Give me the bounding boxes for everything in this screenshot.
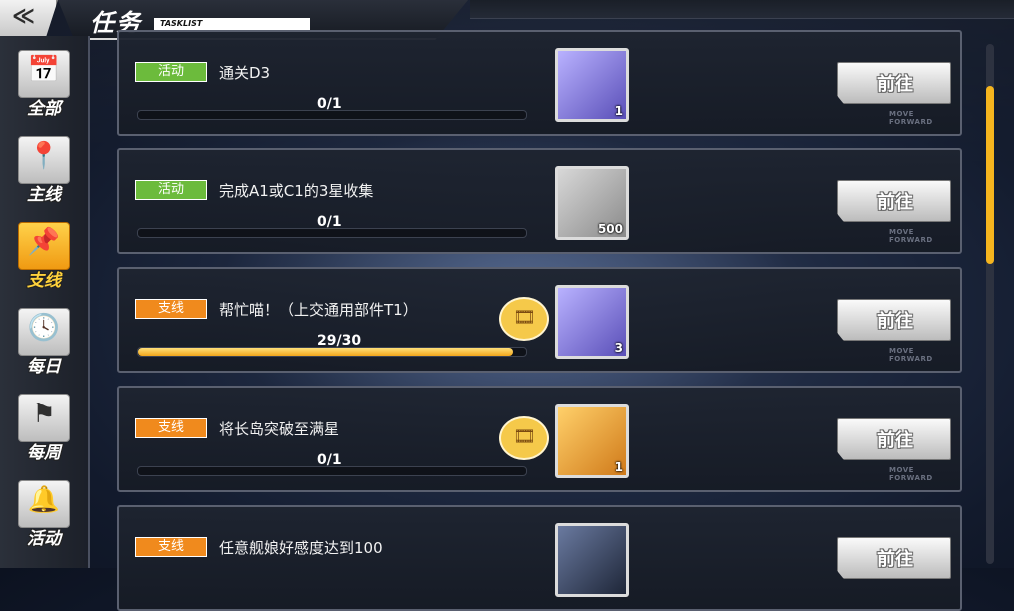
page-subtitle: TASKLIST <box>154 18 310 30</box>
task-category-tag: 支线 <box>135 537 207 557</box>
go-button-label: 前往 <box>877 311 913 332</box>
task-description: 通关D3 <box>219 64 271 82</box>
task-progress-text: 0/1 <box>317 96 342 112</box>
reward-item[interactable]: 3 <box>555 285 629 359</box>
video-reward-bubble[interactable]: 🎞 <box>499 297 549 341</box>
back-arrow-icon: ≪ <box>12 4 36 29</box>
reward-quantity: 1 <box>614 460 623 474</box>
reward-item[interactable]: 1 <box>555 48 629 122</box>
go-button[interactable]: 前往 <box>837 299 951 341</box>
task-description: 帮忙喵！（上交通用部件T1） <box>219 301 418 319</box>
reward-item[interactable]: 500 <box>555 166 629 240</box>
task-progress-text: 29/30 <box>317 333 362 349</box>
go-button-subtitle: MOVE FORWARD <box>889 228 933 244</box>
sidebar-item-5[interactable]: 🔔 活动 <box>14 480 72 554</box>
sidebar-item-3[interactable]: 🕓 每日 <box>14 308 72 382</box>
task-description: 任意舰娘好感度达到100 <box>219 539 383 557</box>
header-right-plate <box>470 0 1014 19</box>
task-card: 活动 完成A1或C1的3星收集 0/1 500 前往 MOVE FORWARD <box>117 148 962 254</box>
bell-icon: 🔔 <box>27 485 61 515</box>
go-button[interactable]: 前往 <box>837 537 951 579</box>
film-icon: 🎞 <box>513 307 536 328</box>
task-description: 完成A1或C1的3星收集 <box>219 182 374 200</box>
task-category-tag: 活动 <box>135 180 207 200</box>
sidebar-item-label: 活动 <box>27 529 61 549</box>
task-progress-text: 0/1 <box>317 452 342 468</box>
sidebar-item-label: 支线 <box>27 271 61 291</box>
reward-item[interactable] <box>555 523 629 597</box>
sidebar-item-label: 全部 <box>27 99 61 119</box>
go-button[interactable]: 前往 <box>837 418 951 460</box>
go-button[interactable]: 前往 <box>837 180 951 222</box>
sidebar-item-2[interactable]: 📌 支线 <box>14 222 72 296</box>
reward-item[interactable]: 1 <box>555 404 629 478</box>
sidebar-item-4[interactable]: ⚑ 每周 <box>14 394 72 468</box>
task-card: 支线 任意舰娘好感度达到100 前往 <box>117 505 962 611</box>
go-button[interactable]: 前往 <box>837 62 951 104</box>
sidebar-icon-box: 📌 <box>18 222 70 270</box>
task-card: 支线 帮忙喵！（上交通用部件T1） 29/30 🎞 3 前往 MOVE FORWARD <box>117 267 962 373</box>
sidebar-item-0[interactable]: 📅 全部 <box>14 50 72 124</box>
go-button-label: 前往 <box>877 74 913 95</box>
scrollbar-thumb[interactable] <box>986 86 994 264</box>
task-progress-fill <box>138 348 514 356</box>
map-pin-icon: 📍 <box>27 141 61 171</box>
go-button-subtitle: MOVE FORWARD <box>889 110 933 126</box>
go-button-subtitle: MOVE FORWARD <box>889 347 933 363</box>
task-category-tag: 活动 <box>135 62 207 82</box>
sidebar-item-label: 每日 <box>27 357 61 377</box>
sidebar-icon-box: 🔔 <box>18 480 70 528</box>
sidebar-item-label: 每周 <box>27 443 61 463</box>
task-card: 活动 通关D3 0/1 1 前往 MOVE FORWARD <box>117 30 962 136</box>
film-icon: 🎞 <box>513 426 536 447</box>
sidebar-item-1[interactable]: 📍 主线 <box>14 136 72 210</box>
sidebar-icon-box: 🕓 <box>18 308 70 356</box>
go-button-label: 前往 <box>877 549 913 570</box>
sidebar-item-label: 主线 <box>27 185 61 205</box>
task-card: 支线 将长岛突破至满星 0/1 🎞 1 前往 MOVE FORWARD <box>117 386 962 492</box>
sidebar-icon-box: ⚑ <box>18 394 70 442</box>
go-button-subtitle: MOVE FORWARD <box>889 466 933 482</box>
task-category-tag: 支线 <box>135 299 207 319</box>
task-progress-text: 0/1 <box>317 214 342 230</box>
reward-quantity: 500 <box>597 222 623 236</box>
calendar-star-icon: 📅 <box>27 55 61 85</box>
video-reward-bubble[interactable]: 🎞 <box>499 416 549 460</box>
go-button-label: 前往 <box>877 430 913 451</box>
task-category-tag: 支线 <box>135 418 207 438</box>
sidebar-icon-box: 📍 <box>18 136 70 184</box>
history-clock-icon: 🕓 <box>27 313 61 343</box>
sidebar-icon-box: 📅 <box>18 50 70 98</box>
flag-icon: ⚑ <box>32 399 56 429</box>
task-description: 将长岛突破至满星 <box>219 420 340 438</box>
go-button-label: 前往 <box>877 192 913 213</box>
route-pins-icon: 📌 <box>27 227 61 257</box>
reward-quantity: 3 <box>614 341 623 355</box>
back-button[interactable]: ≪ <box>0 0 58 36</box>
reward-quantity: 1 <box>614 104 623 118</box>
